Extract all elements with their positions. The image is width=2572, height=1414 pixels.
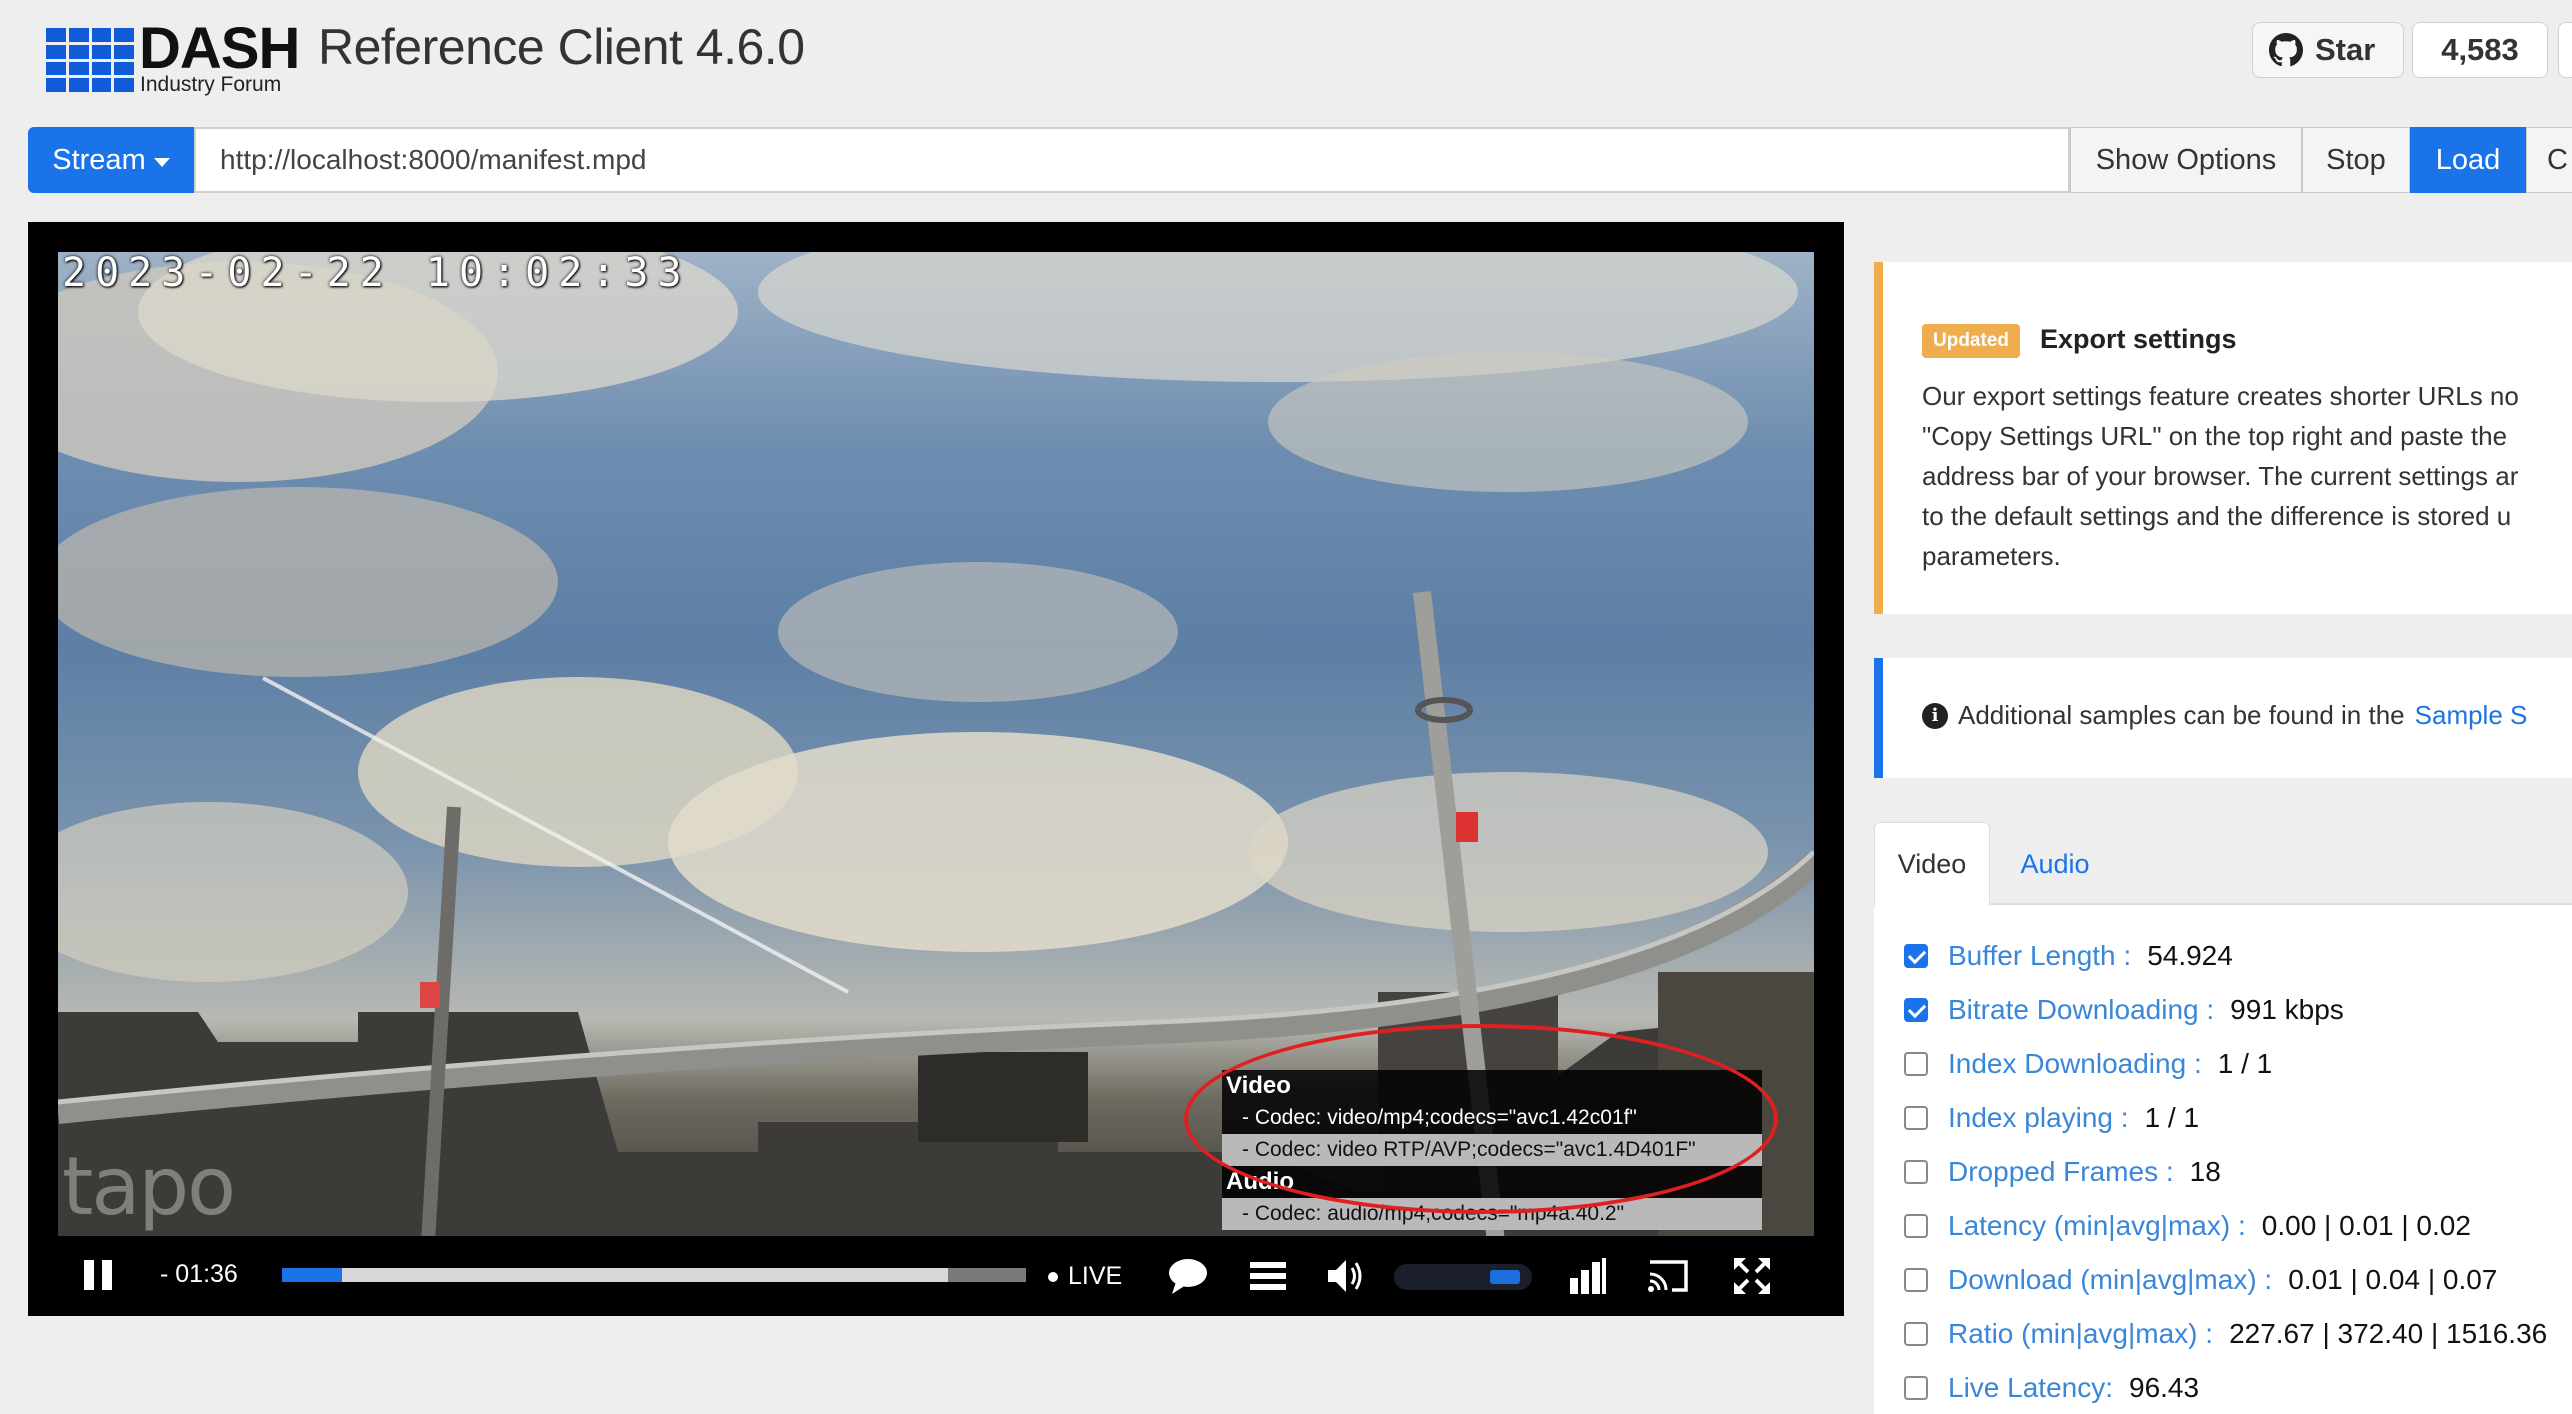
dash-logo-icon xyxy=(46,28,134,92)
metric-label[interactable]: Download (min|avg|max) : xyxy=(1948,1264,2272,1296)
metric-value: 0.00 | 0.01 | 0.02 xyxy=(2261,1210,2471,1241)
metric-label[interactable]: Index Downloading : xyxy=(1948,1048,2202,1080)
metric-value: 18 xyxy=(2189,1156,2221,1187)
menu-icon[interactable] xyxy=(1246,1254,1290,1298)
live-indicator[interactable]: LIVE xyxy=(1048,1262,1122,1291)
live-label: LIVE xyxy=(1068,1262,1123,1290)
export-text-line: address bar of your browser. The current… xyxy=(1922,461,2519,491)
annotation-ellipse xyxy=(1184,1024,1778,1214)
cast-icon[interactable] xyxy=(1646,1254,1690,1298)
github-star-label: Star xyxy=(2315,32,2376,67)
metric-value: 0.01 | 0.04 | 0.07 xyxy=(2288,1264,2498,1295)
stream-dropdown-button[interactable]: Stream xyxy=(28,127,194,193)
load-button[interactable]: Load xyxy=(2410,127,2526,193)
sample-streams-link[interactable]: Sample S xyxy=(2415,700,2528,731)
metric-value: 1 / 1 xyxy=(2217,1048,2273,1079)
metric-row: Bitrate Downloading : 991 kbps xyxy=(1904,990,2344,1030)
metric-checkbox[interactable] xyxy=(1904,944,1928,968)
samples-info-text: Additional samples can be found in the xyxy=(1958,700,2405,730)
metric-value: 1 / 1 xyxy=(2144,1102,2200,1133)
metric-row: Latency (min|avg|max) : 0.00 | 0.01 | 0.0… xyxy=(1904,1206,2471,1246)
metric-checkbox[interactable] xyxy=(1904,998,1928,1022)
time-display: - 01:36 xyxy=(160,1260,238,1288)
live-dot-icon xyxy=(1048,1271,1058,1282)
metric-value: 96.43 xyxy=(2129,1372,2200,1403)
manifest-url-input[interactable]: http://localhost:8000/manifest.mpd xyxy=(194,127,2070,193)
metric-row: Buffer Length : 54.924 xyxy=(1904,936,2233,976)
github-icon xyxy=(2269,33,2303,67)
player-controls: - 01:36 LIVE xyxy=(28,1240,1844,1314)
pause-icon[interactable] xyxy=(84,1260,112,1290)
github-star-count[interactable]: 4,583 xyxy=(2412,22,2548,78)
page-title: Reference Client 4.6.0 xyxy=(318,19,805,75)
metric-checkbox[interactable] xyxy=(1904,1322,1928,1346)
metric-value: 991 kbps xyxy=(2230,994,2344,1025)
chat-icon[interactable] xyxy=(1166,1254,1210,1298)
volume-icon[interactable] xyxy=(1324,1254,1368,1298)
volume-slider[interactable] xyxy=(1394,1264,1532,1290)
fullscreen-icon[interactable] xyxy=(1730,1254,1774,1298)
export-settings-title: Export settings xyxy=(2040,324,2237,354)
video-timestamp: 2023-02-22 10:02:33 xyxy=(62,250,691,296)
metric-checkbox[interactable] xyxy=(1904,1106,1928,1130)
tab-video[interactable]: Video xyxy=(1874,822,1990,906)
chevron-down-icon xyxy=(153,157,170,167)
metric-row: Index playing : 1 / 1 xyxy=(1904,1098,2199,1138)
info-icon: i xyxy=(1922,702,1948,729)
samples-info-line: i Additional samples can be found in the… xyxy=(1922,700,2527,731)
metric-label[interactable]: Dropped Frames : xyxy=(1948,1156,2174,1188)
bitrate-icon[interactable] xyxy=(1566,1254,1610,1298)
metric-label[interactable]: Bitrate Downloading : xyxy=(1948,994,2214,1026)
metric-value: 54.924 xyxy=(2147,940,2233,971)
metric-row: Dropped Frames : 18 xyxy=(1904,1152,2221,1192)
export-text-line: "Copy Settings URL" on the top right and… xyxy=(1922,421,2508,451)
updated-badge: Updated xyxy=(1922,324,2020,358)
metric-value: 227.67 | 372.40 | 1516.36 xyxy=(2229,1318,2548,1349)
metric-checkbox[interactable] xyxy=(1904,1214,1928,1238)
metric-row: Live Latency: 96.43 xyxy=(1904,1368,2199,1408)
copy-settings-button[interactable]: C xyxy=(2526,127,2572,193)
metric-label[interactable]: Latency (min|avg|max) : xyxy=(1948,1210,2246,1242)
seek-bar[interactable] xyxy=(282,1268,1026,1282)
metric-checkbox[interactable] xyxy=(1904,1052,1928,1076)
volume-handle[interactable] xyxy=(1490,1270,1520,1284)
metric-checkbox[interactable] xyxy=(1904,1160,1928,1184)
metric-label[interactable]: Index playing : xyxy=(1948,1102,2129,1134)
metric-label[interactable]: Live Latency: xyxy=(1948,1372,2113,1404)
metric-row: Download (min|avg|max) : 0.01 | 0.04 | 0.… xyxy=(1904,1260,2497,1300)
export-text-line: parameters. xyxy=(1922,541,2061,571)
github-extra-button[interactable] xyxy=(2558,22,2572,78)
tab-audio[interactable]: Audio xyxy=(2002,822,2108,906)
stream-label: Stream xyxy=(52,143,146,176)
metric-row: Index Downloading : 1 / 1 xyxy=(1904,1044,2272,1084)
metric-label[interactable]: Buffer Length : xyxy=(1948,940,2131,972)
export-text-line: to the default settings and the differen… xyxy=(1922,501,2512,531)
export-text-line: Our export settings feature creates shor… xyxy=(1922,381,2519,411)
show-options-button[interactable]: Show Options xyxy=(2070,127,2302,193)
stop-button[interactable]: Stop xyxy=(2302,127,2410,193)
export-settings-text: Our export settings feature creates shor… xyxy=(1922,376,2572,576)
metric-row: Ratio (min|avg|max) : 227.67 | 372.40 | 1… xyxy=(1904,1314,2547,1354)
metric-checkbox[interactable] xyxy=(1904,1268,1928,1292)
seek-progress xyxy=(282,1268,342,1282)
metric-label[interactable]: Ratio (min|avg|max) : xyxy=(1948,1318,2213,1350)
logo-text: DASH xyxy=(139,16,300,81)
logo-subtitle: Industry Forum xyxy=(140,73,282,96)
github-star-button[interactable]: Star xyxy=(2252,22,2404,78)
metric-checkbox[interactable] xyxy=(1904,1376,1928,1400)
camera-watermark: tapo xyxy=(62,1140,236,1233)
